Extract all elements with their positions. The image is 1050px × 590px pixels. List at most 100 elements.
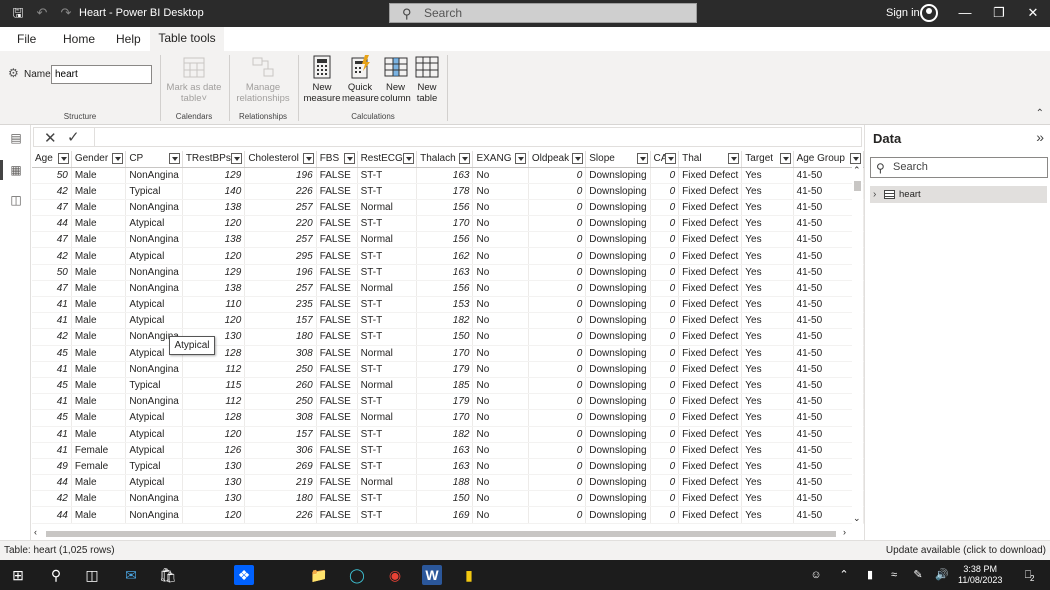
table-cell[interactable]: 170 <box>416 409 474 427</box>
table-cell[interactable]: Downsloping <box>585 247 651 265</box>
table-cell[interactable]: 138 <box>182 280 246 298</box>
filter-dropdown-icon[interactable] <box>728 153 740 164</box>
table-row[interactable]: 44 Male Atypical 130 219 FALSE Normal 188 No 0 Dow… <box>32 474 864 492</box>
table-cell[interactable]: 0 <box>650 393 680 411</box>
tab-file[interactable]: File <box>17 32 36 46</box>
horizontal-scrollbar[interactable]: ‹ › <box>32 527 862 540</box>
table-cell[interactable]: Downsloping <box>585 490 651 508</box>
table-cell[interactable]: 196 <box>244 264 317 281</box>
table-cell[interactable]: Atypical <box>125 474 183 492</box>
table-row[interactable]: 41 Male NonAngina 112 250 FALSE ST-T 179 No 0 Down… <box>32 361 864 378</box>
table-cell[interactable]: FALSE <box>316 183 358 200</box>
table-cell[interactable]: No <box>472 247 529 265</box>
table-cell[interactable]: 226 <box>244 183 317 200</box>
filter-dropdown-icon[interactable] <box>636 153 648 164</box>
column-header[interactable]: Thal <box>678 151 743 168</box>
table-cell[interactable]: 163 <box>416 264 474 281</box>
notifications-icon[interactable]: ⎕ <box>1018 565 1038 585</box>
tab-home[interactable]: Home <box>63 32 95 46</box>
table-cell[interactable]: ST-T <box>357 264 418 281</box>
table-cell[interactable]: Downsloping <box>585 426 651 443</box>
table-cell[interactable]: 0 <box>528 377 587 395</box>
table-cell[interactable]: Yes <box>741 231 794 249</box>
table-cell[interactable]: Yes <box>741 377 794 395</box>
filter-dropdown-icon[interactable] <box>112 153 124 164</box>
table-cell[interactable]: 0 <box>650 458 680 476</box>
table-cell[interactable]: No <box>472 312 529 330</box>
mail-icon[interactable]: ✉ <box>121 565 141 585</box>
table-cell[interactable]: Fixed Defect <box>678 280 743 298</box>
table-cell[interactable]: No <box>472 167 529 184</box>
table-cell[interactable]: Downsloping <box>585 280 651 298</box>
table-cell[interactable]: Male <box>71 328 127 346</box>
table-cell[interactable]: FALSE <box>316 167 358 184</box>
filter-dropdown-icon[interactable] <box>572 153 584 164</box>
table-cell[interactable]: Male <box>71 377 127 395</box>
table-cell[interactable]: Male <box>71 312 127 330</box>
table-cell[interactable]: FALSE <box>316 506 358 524</box>
store-icon[interactable]: 🛍 <box>158 565 178 585</box>
table-cell[interactable]: FALSE <box>316 377 358 395</box>
filter-dropdown-icon[interactable] <box>665 153 677 164</box>
table-cell[interactable]: 182 <box>416 426 474 443</box>
close-icon[interactable]: ✕ <box>1018 4 1048 22</box>
table-cell[interactable]: 0 <box>650 199 680 217</box>
table-row[interactable]: 41 Male NonAngina 112 250 FALSE ST-T 179 No 0 Down… <box>32 393 864 411</box>
table-cell[interactable]: Yes <box>741 426 794 443</box>
table-cell[interactable]: Fixed Defect <box>678 426 743 443</box>
table-row[interactable]: 49 Female Typical 130 269 FALSE ST-T 163 No 0 Down… <box>32 458 864 476</box>
table-cell[interactable]: ST-T <box>357 215 418 233</box>
table-cell[interactable]: Fixed Defect <box>678 328 743 346</box>
table-cell[interactable]: 150 <box>416 490 474 508</box>
column-header[interactable]: Gender <box>71 151 127 168</box>
table-cell[interactable]: 130 <box>182 474 246 492</box>
table-row[interactable]: 41 Female Atypical 126 306 FALSE ST-T 163 No 0 Dow… <box>32 442 864 459</box>
table-cell[interactable]: 129 <box>182 167 246 184</box>
table-cell[interactable]: No <box>472 183 529 200</box>
table-cell[interactable]: 0 <box>528 490 587 508</box>
table-cell[interactable]: 41 <box>32 393 72 411</box>
table-cell[interactable]: Fixed Defect <box>678 264 743 281</box>
table-cell[interactable]: 250 <box>244 361 317 378</box>
table-cell[interactable]: NonAngina <box>125 280 183 298</box>
table-cell[interactable]: 150 <box>416 328 474 346</box>
table-cell[interactable]: Yes <box>741 409 794 427</box>
table-cell[interactable]: 0 <box>528 474 587 492</box>
table-cell[interactable]: 220 <box>244 215 317 233</box>
table-cell[interactable]: 0 <box>650 167 680 184</box>
table-cell[interactable]: Downsloping <box>585 296 651 314</box>
table-cell[interactable]: 0 <box>650 426 680 443</box>
table-cell[interactable]: 120 <box>182 215 246 233</box>
table-row[interactable]: 41 Male Atypical 120 157 FALSE ST-T 182 No 0 Downs… <box>32 312 864 330</box>
restore-icon[interactable]: ❐ <box>984 4 1014 22</box>
table-cell[interactable]: Female <box>71 458 127 476</box>
table-cell[interactable]: 41 <box>32 312 72 330</box>
table-cell[interactable]: 0 <box>650 345 680 362</box>
table-cell[interactable]: 45 <box>32 409 72 427</box>
table-name-input[interactable] <box>51 65 152 84</box>
sign-in-link[interactable]: Sign in <box>886 7 920 19</box>
table-cell[interactable]: NonAngina <box>125 167 183 184</box>
table-cell[interactable]: Downsloping <box>585 409 651 427</box>
table-cell[interactable]: Fixed Defect <box>678 474 743 492</box>
table-cell[interactable]: Male <box>71 426 127 443</box>
table-cell[interactable]: Fixed Defect <box>678 442 743 459</box>
table-cell[interactable]: 156 <box>416 231 474 249</box>
table-cell[interactable]: No <box>472 442 529 459</box>
table-cell[interactable]: Atypical <box>125 442 183 459</box>
table-cell[interactable]: 250 <box>244 393 317 411</box>
table-cell[interactable]: 45 <box>32 345 72 362</box>
table-cell[interactable]: No <box>472 231 529 249</box>
table-cell[interactable]: Downsloping <box>585 506 651 524</box>
table-cell[interactable]: 0 <box>528 393 587 411</box>
table-cell[interactable]: Yes <box>741 442 794 459</box>
table-row[interactable]: 50 Male NonAngina 129 196 FALSE ST-T 163 No 0 Down… <box>32 264 864 281</box>
table-cell[interactable]: 42 <box>32 328 72 346</box>
table-cell[interactable]: FALSE <box>316 231 358 249</box>
filter-dropdown-icon[interactable] <box>57 153 69 164</box>
table-cell[interactable]: Fixed Defect <box>678 377 743 395</box>
table-cell[interactable]: Atypical <box>125 426 183 443</box>
table-cell[interactable]: 0 <box>528 426 587 443</box>
table-cell[interactable]: Female <box>71 442 127 459</box>
scroll-left-icon[interactable]: ‹ <box>34 527 37 537</box>
